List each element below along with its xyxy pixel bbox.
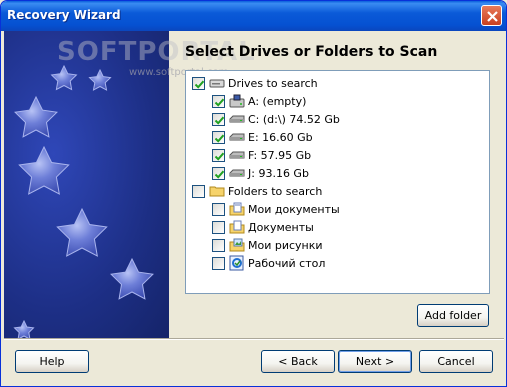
tree-item-drive-f[interactable]: F: 57.95 Gb [212, 146, 311, 164]
close-button[interactable] [481, 5, 502, 26]
title-bar[interactable]: Recovery Wizard [1, 1, 506, 31]
recovery-wizard-window: Recovery Wizard SOFTPORTAL www.softporta… [0, 0, 507, 387]
drives-checkbox[interactable] [192, 76, 205, 90]
close-icon [487, 11, 498, 22]
tree-item-drive-j[interactable]: J: 93.16 Gb [212, 164, 309, 182]
hard-drive-icon [229, 129, 245, 145]
my-pictures-checkbox[interactable] [212, 238, 225, 252]
tree-item-desktop[interactable]: Рабочий стол [212, 254, 325, 272]
help-button[interactable]: Help [15, 350, 89, 373]
desktop-checkbox[interactable] [212, 256, 225, 270]
folder-icon [209, 183, 225, 199]
documents-label: Документы [248, 220, 314, 234]
drive-j-checkbox[interactable] [212, 166, 225, 180]
folders-checkbox[interactable] [192, 184, 205, 198]
tree-item-documents[interactable]: Документы [212, 218, 314, 236]
documents-checkbox[interactable] [212, 220, 225, 234]
my-documents-label: Мои документы [248, 202, 340, 216]
hard-drive-icon [229, 147, 245, 163]
star-icon [18, 145, 70, 195]
star-icon [13, 319, 35, 338]
star-icon [14, 95, 58, 138]
floppy-drive-icon [229, 93, 245, 109]
folders-group-label: Folders to search [228, 184, 323, 198]
star-icon [50, 64, 78, 91]
drive-e-label: E: 16.60 Gb [248, 130, 313, 144]
hard-drive-icon [229, 165, 245, 181]
desktop-label: Рабочий стол [248, 256, 326, 270]
add-folder-button[interactable]: Add folder [417, 304, 489, 327]
tree-item-my-pictures[interactable]: Мои рисунки [212, 236, 323, 254]
hard-drive-icon [229, 111, 245, 127]
documents-folder-icon [229, 219, 245, 235]
my-pictures-label: Мои рисунки [248, 238, 323, 252]
button-bar-separator [4, 338, 504, 340]
star-icon [56, 207, 108, 257]
my-pictures-folder-icon [229, 237, 245, 253]
page-heading: Select Drives or Folders to Scan [185, 44, 438, 60]
my-documents-folder-icon [229, 201, 245, 217]
cancel-button[interactable]: Cancel [419, 350, 493, 373]
next-button[interactable]: Next > [338, 350, 412, 373]
drive-a-label: A: (empty) [248, 94, 307, 108]
drive-f-checkbox[interactable] [212, 148, 225, 162]
drive-j-label: J: 93.16 Gb [248, 166, 309, 180]
my-documents-checkbox[interactable] [212, 202, 225, 216]
drive-f-label: F: 57.95 Gb [248, 148, 312, 162]
desktop-icon [229, 255, 245, 271]
back-button[interactable]: < Back [261, 350, 335, 373]
tree-item-drive-c[interactable]: C: (d:\) 74.52 Gb [212, 110, 340, 128]
tree-item-drive-e[interactable]: E: 16.60 Gb [212, 128, 313, 146]
star-icon [110, 257, 154, 300]
drive-a-checkbox[interactable] [212, 94, 225, 108]
star-icon [88, 68, 112, 91]
drives-group-icon [209, 75, 225, 91]
drive-c-checkbox[interactable] [212, 112, 225, 126]
drives-group-label: Drives to search [228, 76, 318, 90]
tree-node-folders[interactable]: Folders to search [192, 182, 322, 200]
drive-e-checkbox[interactable] [212, 130, 225, 144]
tree-node-drives[interactable]: Drives to search [192, 74, 318, 92]
tree-item-my-documents[interactable]: Мои документы [212, 200, 340, 218]
drives-folders-tree[interactable]: Drives to search A: (empty) C: (d:\) 74.… [185, 70, 490, 294]
window-title: Recovery Wizard [7, 8, 121, 22]
tree-item-drive-a[interactable]: A: (empty) [212, 92, 306, 110]
drive-c-label: C: (d:\) 74.52 Gb [248, 112, 340, 126]
